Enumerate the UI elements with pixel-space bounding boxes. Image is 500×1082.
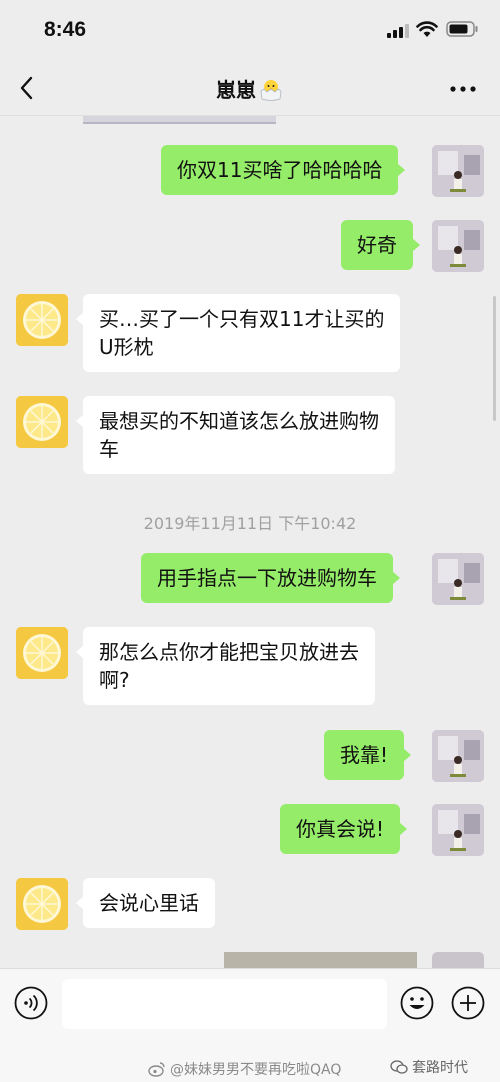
image-message-partial[interactable] <box>83 116 276 124</box>
lemon-slice-avatar-icon <box>16 878 68 930</box>
message-bubble-received[interactable]: 那怎么点你才能把宝贝放进去 啊? <box>76 627 375 705</box>
emoji-icon[interactable] <box>400 986 434 1020</box>
more-options-icon[interactable] <box>450 86 476 92</box>
message-list[interactable]: 你双11买啥了哈哈哈哈 好奇 买…买了一个只有双11才让买的 U形枕 最想买的不… <box>0 116 500 968</box>
battery-icon <box>446 21 478 37</box>
chat-title: 崽崽 <box>0 74 500 103</box>
weibo-watermark: @妹妹男男不要再吃啦QAQ <box>148 1059 341 1079</box>
message-bubble-sent[interactable]: 用手指点一下放进购物车 <box>141 553 400 603</box>
message-bubble-received[interactable]: 买…买了一个只有双11才让买的 U形枕 <box>75 294 401 372</box>
wifi-icon <box>416 21 438 37</box>
user-photo-avatar-icon <box>432 730 484 782</box>
message-bubble-sent[interactable]: 我靠! <box>324 730 412 780</box>
lemon-slice-avatar-icon <box>16 294 68 346</box>
message-bubble-sent[interactable]: 你双11买啥了哈哈哈哈 <box>161 145 406 195</box>
account-watermark: 套路时代 <box>390 1057 468 1077</box>
status-time: 8:46 <box>44 18 87 41</box>
message-timestamp: 2019年11月11日 下午10:42 <box>143 514 357 533</box>
input-bar: @妹妹男男不要再吃啦QAQ 套路时代 <box>0 968 500 1082</box>
avatar[interactable] <box>16 627 68 679</box>
avatar[interactable] <box>16 294 68 346</box>
chat-title-text: 崽崽 <box>216 78 256 102</box>
voice-input-icon[interactable] <box>14 986 48 1020</box>
avatar[interactable] <box>432 220 484 272</box>
image-message-partial[interactable] <box>224 952 417 968</box>
user-photo-avatar-icon <box>432 553 484 605</box>
message-bubble-received[interactable]: 最想买的不知道该怎么放进购物 车 <box>76 396 395 474</box>
signal-icon <box>387 24 409 38</box>
user-photo-avatar-icon <box>432 804 484 856</box>
avatar[interactable] <box>16 878 68 930</box>
status-bar: 8:46 <box>0 0 500 60</box>
message-bubble-sent[interactable]: 好奇 <box>341 220 420 270</box>
message-bubble-sent[interactable]: 你真会说! <box>280 804 408 854</box>
chat-header: 崽崽 <box>0 60 500 116</box>
avatar[interactable] <box>432 952 484 968</box>
weibo-logo-icon <box>148 1062 165 1077</box>
message-input[interactable] <box>62 979 387 1029</box>
hatching-chick-icon <box>260 80 282 101</box>
avatar[interactable] <box>16 396 68 448</box>
avatar[interactable] <box>432 804 484 856</box>
lemon-slice-avatar-icon <box>16 627 68 679</box>
user-photo-avatar-icon <box>432 220 484 272</box>
account-name: 套路时代 <box>412 1060 468 1076</box>
avatar[interactable] <box>432 553 484 605</box>
scrollbar[interactable] <box>493 296 496 421</box>
lemon-slice-avatar-icon <box>16 396 68 448</box>
avatar[interactable] <box>432 730 484 782</box>
avatar[interactable] <box>432 145 484 197</box>
add-attachment-icon[interactable] <box>451 986 485 1020</box>
message-bubble-received[interactable]: 会说心里话 <box>76 878 215 928</box>
watermark-text: @妹妹男男不要再吃啦QAQ <box>170 1062 342 1078</box>
user-photo-avatar-icon <box>432 145 484 197</box>
wechat-logo-icon <box>390 1060 408 1074</box>
